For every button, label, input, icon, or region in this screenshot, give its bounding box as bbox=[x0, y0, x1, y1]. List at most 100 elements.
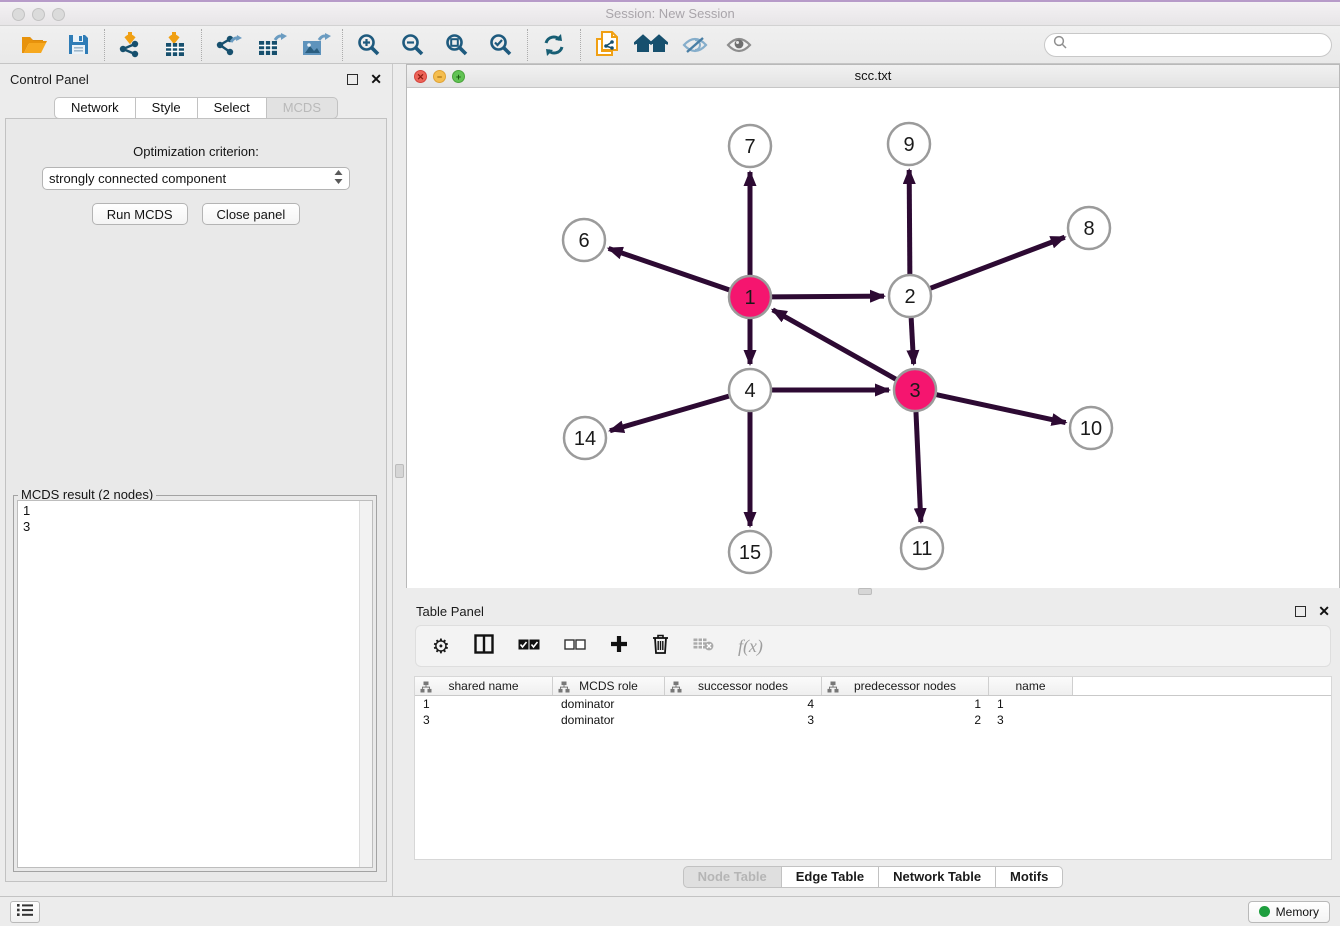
mcds-result-group: MCDS result (2 nodes) 13 bbox=[13, 495, 377, 872]
memory-button[interactable]: Memory bbox=[1248, 901, 1330, 923]
node-label-6: 6 bbox=[578, 230, 589, 252]
show-panels-button[interactable] bbox=[724, 30, 754, 60]
minimize-window-button[interactable] bbox=[32, 8, 45, 21]
result-scrollbar[interactable] bbox=[359, 501, 372, 867]
column-header-MCDS-role[interactable]: MCDS role bbox=[553, 677, 665, 695]
zoom-selected-icon bbox=[489, 33, 513, 57]
hierarchy-icon bbox=[670, 681, 682, 696]
table-cell[interactable]: 1 bbox=[989, 696, 1073, 712]
network-canvas[interactable]: 7968124314101511 bbox=[407, 88, 1339, 593]
close-network-button[interactable]: ✕ bbox=[414, 70, 427, 83]
table-row[interactable]: 3dominator323 bbox=[415, 712, 1331, 728]
export-image-icon bbox=[301, 32, 331, 58]
close-panel-button[interactable]: Close panel bbox=[202, 203, 301, 225]
table-cell[interactable]: 1 bbox=[822, 696, 989, 712]
import-network-button[interactable] bbox=[116, 30, 146, 60]
network-edge-2-9[interactable] bbox=[909, 170, 910, 274]
float-panel-icon[interactable] bbox=[347, 74, 358, 85]
splitter-grip[interactable] bbox=[395, 464, 404, 478]
network-edge-3-10[interactable] bbox=[937, 395, 1066, 423]
save-floppy-icon bbox=[68, 34, 89, 55]
zoom-in-button[interactable] bbox=[354, 30, 384, 60]
refresh-network-button[interactable] bbox=[539, 30, 569, 60]
node-table: shared nameMCDS rolesuccessor nodesprede… bbox=[414, 676, 1332, 860]
tab-style[interactable]: Style bbox=[135, 97, 198, 119]
network-edge-3-11[interactable] bbox=[916, 412, 921, 522]
import-table-button[interactable] bbox=[160, 30, 190, 60]
table-cell[interactable]: 3 bbox=[989, 712, 1073, 728]
tab-edge-table[interactable]: Edge Table bbox=[781, 866, 879, 888]
node-label-2: 2 bbox=[904, 286, 915, 308]
hide-panels-button[interactable] bbox=[680, 30, 710, 60]
table-cell[interactable]: dominator bbox=[553, 696, 665, 712]
result-line: 1 bbox=[23, 503, 372, 519]
network-edge-4-14[interactable] bbox=[610, 396, 729, 431]
minimize-network-button[interactable]: − bbox=[433, 70, 446, 83]
result-line: 3 bbox=[23, 519, 372, 535]
open-session-button[interactable] bbox=[19, 30, 49, 60]
splitter-grip[interactable] bbox=[858, 588, 872, 595]
tab-network[interactable]: Network bbox=[54, 97, 136, 119]
node-label-11: 11 bbox=[912, 538, 933, 560]
float-panel-icon[interactable] bbox=[1295, 606, 1306, 617]
table-settings-button[interactable]: ⚙ bbox=[432, 636, 450, 656]
tab-network-table[interactable]: Network Table bbox=[878, 866, 996, 888]
table-row[interactable]: 1dominator411 bbox=[415, 696, 1331, 712]
column-header-shared-name[interactable]: shared name bbox=[415, 677, 553, 695]
zoom-out-icon bbox=[401, 33, 425, 57]
delete-row-button[interactable] bbox=[652, 634, 669, 659]
reset-home-button[interactable] bbox=[636, 30, 666, 60]
close-window-button[interactable] bbox=[12, 8, 25, 21]
column-label: shared name bbox=[415, 679, 552, 693]
network-edge-3-1[interactable] bbox=[773, 310, 896, 379]
gear-icon: ⚙ bbox=[432, 636, 450, 656]
vertical-splitter[interactable] bbox=[393, 64, 406, 896]
show-columns-button[interactable] bbox=[474, 634, 494, 659]
zoom-out-button[interactable] bbox=[398, 30, 428, 60]
mcds-result-list[interactable]: 13 bbox=[17, 500, 373, 868]
zoom-selected-button[interactable] bbox=[486, 30, 516, 60]
column-header-name[interactable]: name bbox=[989, 677, 1073, 695]
network-edge-1-2[interactable] bbox=[772, 296, 884, 297]
duplicate-network-button[interactable] bbox=[592, 30, 622, 60]
column-header-successor-nodes[interactable]: successor nodes bbox=[665, 677, 822, 695]
maximize-network-button[interactable]: + bbox=[452, 70, 465, 83]
export-network-button[interactable] bbox=[213, 30, 243, 60]
tab-select[interactable]: Select bbox=[197, 97, 267, 119]
column-header-predecessor-nodes[interactable]: predecessor nodes bbox=[822, 677, 989, 695]
deselect-all-button[interactable] bbox=[564, 637, 586, 655]
network-edge-2-3[interactable] bbox=[911, 318, 913, 364]
table-cell[interactable]: 2 bbox=[822, 712, 989, 728]
search-field[interactable] bbox=[1044, 33, 1332, 57]
optimization-criterion-select[interactable]: strongly connected component bbox=[42, 167, 350, 190]
export-image-button[interactable] bbox=[301, 30, 331, 60]
close-panel-icon[interactable]: ✕ bbox=[370, 72, 382, 86]
close-panel-icon[interactable]: ✕ bbox=[1318, 604, 1330, 618]
import-table-icon bbox=[163, 32, 187, 58]
select-all-button[interactable] bbox=[518, 637, 540, 655]
maximize-window-button[interactable] bbox=[52, 8, 65, 21]
task-history-button[interactable] bbox=[10, 901, 40, 923]
save-session-button[interactable] bbox=[63, 30, 93, 60]
horizontal-splitter[interactable] bbox=[406, 588, 1340, 596]
network-edge-1-6[interactable] bbox=[609, 248, 730, 289]
table-cell[interactable]: dominator bbox=[553, 712, 665, 728]
table-cell[interactable]: 3 bbox=[415, 712, 553, 728]
search-input[interactable] bbox=[1072, 37, 1323, 52]
export-table-button[interactable] bbox=[257, 30, 287, 60]
zoom-fit-button[interactable] bbox=[442, 30, 472, 60]
table-cell[interactable]: 4 bbox=[665, 696, 822, 712]
control-panel: Control Panel ✕ NetworkStyleSelectMCDS O… bbox=[0, 64, 393, 896]
network-edge-2-8[interactable] bbox=[931, 237, 1065, 288]
run-mcds-button[interactable]: Run MCDS bbox=[92, 203, 188, 225]
table-cell[interactable]: 3 bbox=[665, 712, 822, 728]
add-row-button[interactable] bbox=[610, 635, 628, 658]
tab-node-table[interactable]: Node Table bbox=[683, 866, 782, 888]
tab-mcds[interactable]: MCDS bbox=[266, 97, 338, 119]
tab-motifs[interactable]: Motifs bbox=[995, 866, 1063, 888]
delete-table-button[interactable] bbox=[693, 637, 714, 656]
table-cell[interactable]: 1 bbox=[415, 696, 553, 712]
function-builder-button[interactable]: f(x) bbox=[738, 636, 763, 657]
eye-icon bbox=[726, 35, 752, 55]
columns-icon bbox=[474, 634, 494, 659]
